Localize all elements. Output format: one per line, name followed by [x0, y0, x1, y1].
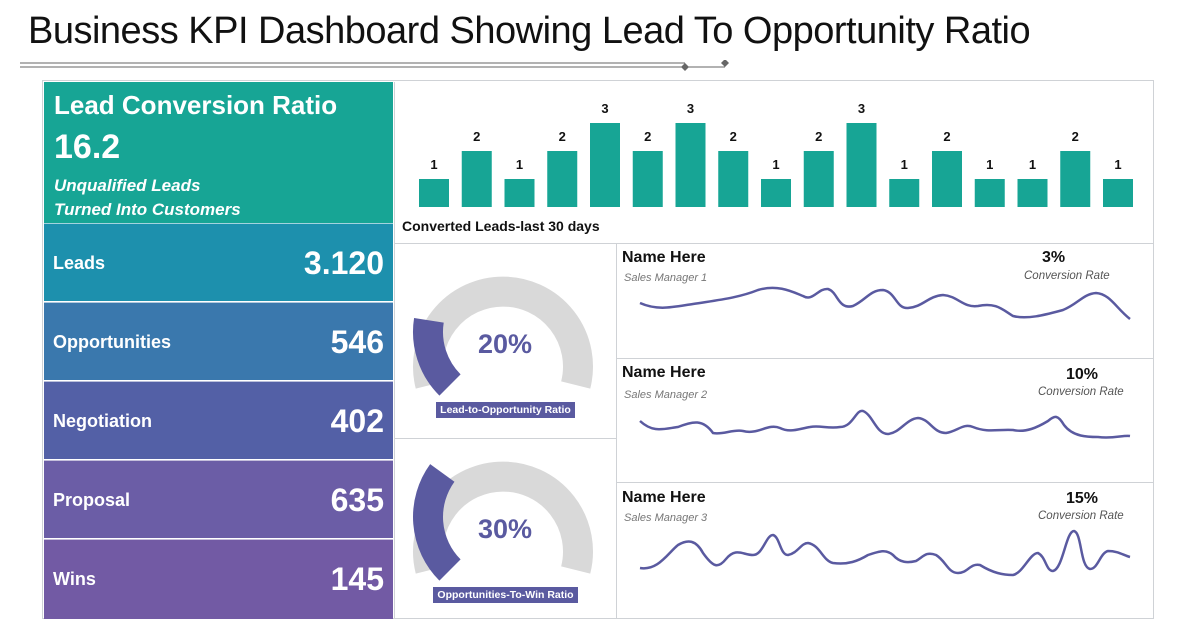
manager-row-3: Name Here Sales Manager 3 15% Conversion… — [618, 483, 1154, 619]
bar-data-label: 3 — [858, 101, 865, 116]
manager-row-2: Name Here Sales Manager 2 10% Conversion… — [618, 359, 1154, 482]
manager-trend-sparkline — [639, 286, 1131, 320]
bar-data-label: 1 — [516, 157, 523, 172]
divider — [616, 244, 617, 619]
kpi-row-negotiation: Negotiation 402 — [44, 381, 393, 459]
kpi-value: 635 — [330, 482, 384, 518]
bar — [846, 123, 877, 207]
bar — [803, 151, 834, 207]
manager-trend-sparkline — [639, 529, 1131, 577]
bar-chart-caption: Converted Leads-last 30 days — [402, 218, 600, 234]
kpi-value: 402 — [330, 403, 384, 439]
bar-data-label: 1 — [1114, 157, 1121, 172]
bar — [461, 151, 492, 207]
gauge-caption: Opportunities-To-Win Ratio — [395, 585, 616, 603]
bar-data-label: 2 — [473, 129, 480, 144]
kpi-row-wins: Wins 145 — [44, 539, 393, 619]
kpi-value: 3.120 — [303, 245, 384, 281]
conversion-subtitle-line-2: Turned Into Customers — [54, 200, 241, 219]
bar — [761, 179, 791, 207]
gauge-svg: 20% — [413, 276, 593, 396]
gauge-caption-text: Lead-to-Opportunity Ratio — [436, 402, 575, 418]
bar-data-label: 1 — [1029, 157, 1036, 172]
gauge-svg: 30% — [413, 461, 593, 581]
kpi-value: 546 — [330, 324, 384, 360]
conversion-subtitle-line-1: Unqualified Leads — [54, 176, 201, 195]
gauge-percent: 20% — [478, 329, 532, 359]
bar — [547, 151, 578, 207]
bar-data-label: 1 — [430, 157, 437, 172]
kpi-label: Negotiation — [53, 411, 152, 431]
bar — [504, 179, 535, 207]
conversion-ratio-subtitle: Unqualified Leads Turned Into Customers — [54, 174, 241, 222]
manager-row-1: Name Here Sales Manager 1 3% Conversion … — [618, 244, 1154, 358]
kpi-column: Lead Conversion Ratio 16.2 Unqualified L… — [44, 82, 393, 619]
bar — [590, 123, 620, 207]
bar-data-label: 2 — [815, 129, 822, 144]
bar — [1017, 179, 1048, 207]
bar-data-label: 3 — [601, 101, 608, 116]
kpi-label: Opportunities — [53, 332, 171, 352]
bar-data-label: 2 — [559, 129, 566, 144]
kpi-row-proposal: Proposal 635 — [44, 460, 393, 538]
gauge-caption: Lead-to-Opportunity Ratio — [395, 400, 616, 418]
divider — [395, 438, 616, 439]
bar — [419, 179, 449, 207]
bar-data-label: 3 — [687, 101, 694, 116]
page-title: Business KPI Dashboard Showing Lead To O… — [28, 10, 1031, 52]
kpi-row-leads: Leads 3.120 — [44, 223, 393, 301]
bar-data-label: 2 — [943, 129, 950, 144]
kpi-label: Leads — [53, 253, 106, 273]
bar — [889, 179, 920, 207]
title-divider — [20, 60, 729, 71]
bar-data-label: 2 — [730, 129, 737, 144]
bar-data-label: 1 — [772, 157, 779, 172]
conversion-ratio-card: Lead Conversion Ratio 16.2 Unqualified L… — [44, 82, 393, 223]
kpi-label: Wins — [53, 569, 96, 589]
bar-data-label: 2 — [1072, 129, 1079, 144]
lead-to-opportunity-gauge: 20% Lead-to-Opportunity Ratio — [395, 262, 616, 422]
bar — [718, 151, 749, 207]
bar — [632, 151, 663, 207]
conversion-ratio-value: 16.2 — [54, 128, 121, 166]
kpi-value: 145 — [330, 561, 384, 597]
converted-leads-bar-chart: 1 2 1 2 3 2 3 2 1 2 3 1 2 1 1 2 1 Converted Leads-last 3… — [395, 82, 1154, 242]
manager-trend-sparkline — [639, 409, 1131, 439]
gauge-percent: 30% — [478, 514, 532, 544]
conversion-ratio-heading: Lead Conversion Ratio — [54, 90, 338, 120]
bar — [932, 151, 962, 207]
opportunities-to-win-gauge: 30% Opportunities-To-Win Ratio — [395, 447, 616, 607]
kpi-label: Proposal — [53, 490, 131, 510]
bar-data-label: 1 — [986, 157, 993, 172]
bar-chart-svg: 1 2 1 2 3 2 3 2 1 2 3 1 2 1 1 2 1 — [419, 101, 1133, 207]
gauge-caption-text: Opportunities-To-Win Ratio — [433, 587, 578, 603]
bar — [1060, 151, 1091, 207]
bar — [974, 179, 1005, 207]
bar-data-label: 1 — [901, 157, 908, 172]
bar — [675, 123, 706, 207]
bar — [1103, 179, 1133, 207]
bar-data-label: 2 — [644, 129, 651, 144]
kpi-row-opportunities: Opportunities 546 — [44, 302, 393, 380]
